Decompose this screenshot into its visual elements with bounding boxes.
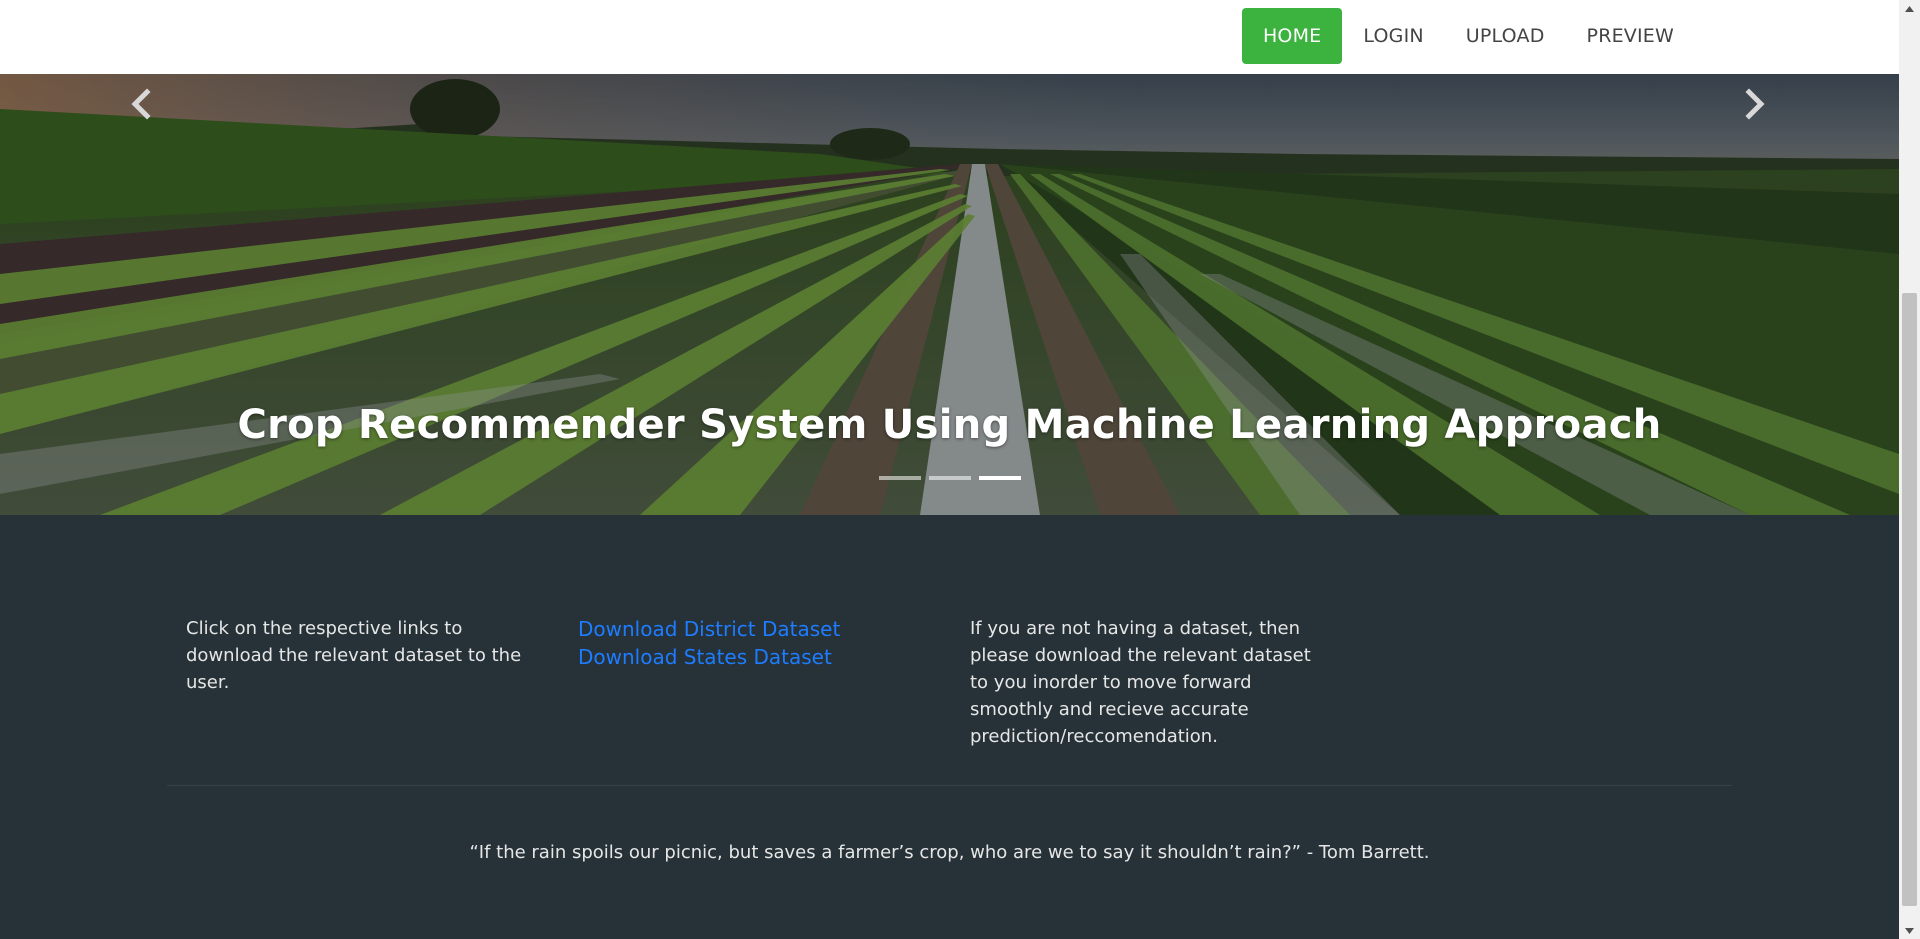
chevron-left-icon bbox=[131, 88, 151, 120]
download-district-dataset-link[interactable]: Download District Dataset bbox=[578, 615, 938, 643]
footer-quote: “If the rain spoils our picnic, but save… bbox=[469, 842, 1430, 863]
dataset-advice-text: If you are not having a dataset, then pl… bbox=[970, 618, 1311, 747]
hero-carousel: Crop Recommender System Using Machine Le… bbox=[0, 74, 1899, 515]
nav-preview-link[interactable]: PREVIEW bbox=[1566, 8, 1695, 64]
scroll-down-button[interactable] bbox=[1899, 922, 1920, 939]
dataset-links: Download District Dataset Download State… bbox=[578, 615, 938, 671]
scroll-up-button[interactable] bbox=[1899, 0, 1920, 17]
scroll-down-arrow-icon bbox=[1905, 927, 1914, 934]
carousel-indicator-2[interactable] bbox=[928, 476, 971, 480]
carousel-indicators bbox=[0, 476, 1899, 480]
download-states-dataset-link[interactable]: Download States Dataset bbox=[578, 643, 938, 671]
carousel-indicator-3[interactable] bbox=[978, 476, 1021, 480]
navbar: HOME LOGIN UPLOAD PREVIEW bbox=[0, 0, 1899, 74]
vertical-scrollbar[interactable] bbox=[1899, 0, 1920, 939]
page: HOME LOGIN UPLOAD PREVIEW Crop Recommend… bbox=[0, 0, 1920, 939]
carousel-prev-button[interactable] bbox=[122, 84, 162, 124]
nav-login-link[interactable]: LOGIN bbox=[1342, 8, 1444, 64]
nav-home-link[interactable]: HOME bbox=[1241, 8, 1343, 64]
hero-title: Crop Recommender System Using Machine Le… bbox=[237, 402, 1662, 448]
nav-upload-link[interactable]: UPLOAD bbox=[1445, 8, 1566, 64]
chevron-right-icon bbox=[1745, 88, 1765, 120]
download-instructions-text: Click on the respective links to downloa… bbox=[186, 618, 522, 693]
carousel-indicator-1[interactable] bbox=[878, 476, 921, 480]
scrollbar-thumb[interactable] bbox=[1902, 293, 1917, 906]
dataset-info-section: Click on the respective links to downloa… bbox=[0, 515, 1899, 939]
section-divider bbox=[167, 785, 1732, 786]
scroll-up-arrow-icon bbox=[1905, 5, 1914, 12]
hero-dark-overlay bbox=[0, 74, 1899, 515]
carousel-next-button[interactable] bbox=[1734, 84, 1774, 124]
nav-menu: HOME LOGIN UPLOAD PREVIEW bbox=[1241, 8, 1695, 64]
